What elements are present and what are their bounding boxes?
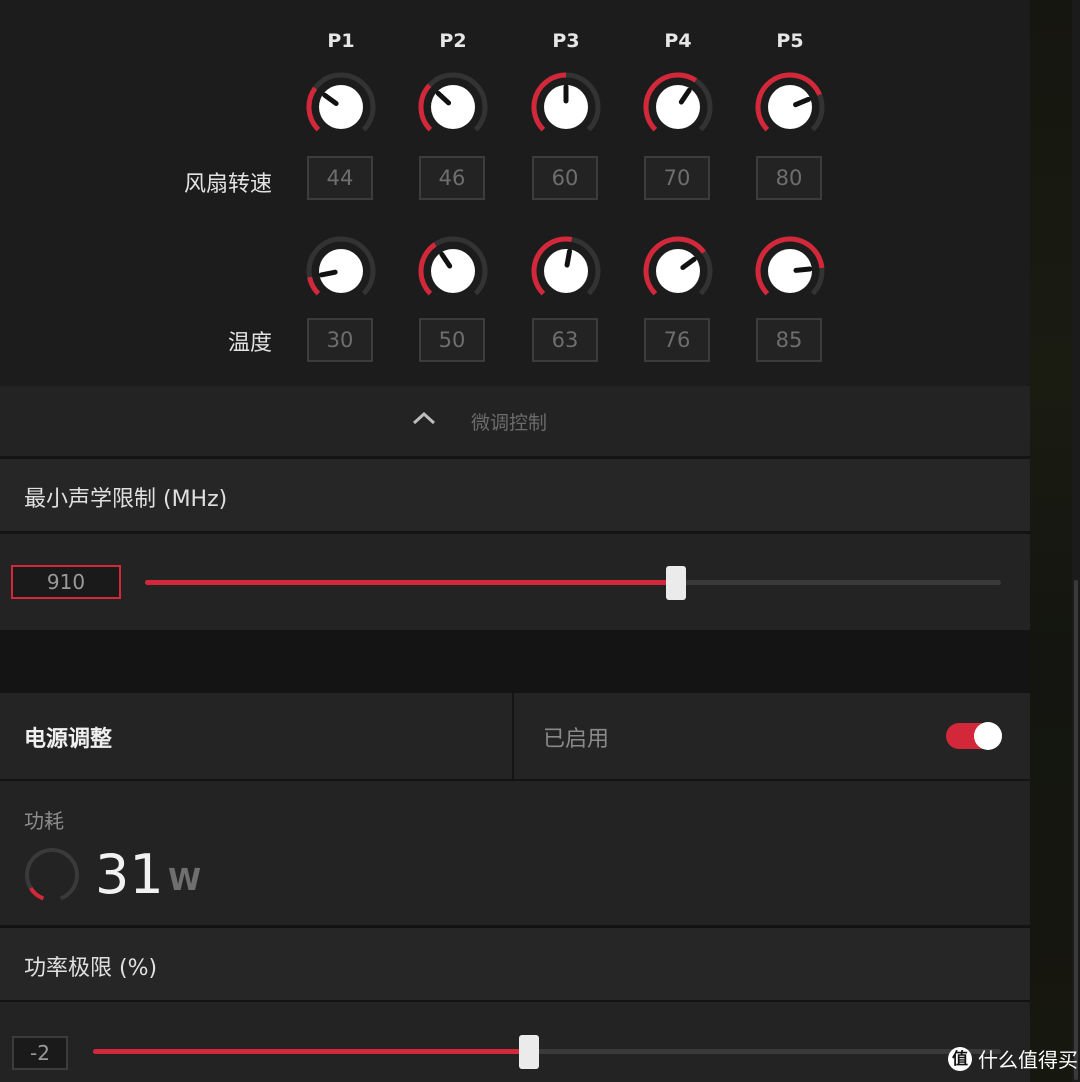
min-acoustic-slider-row: 910: [0, 534, 1030, 630]
point-label-p3: P3: [552, 30, 580, 52]
power-tuning-title: 电源调整: [24, 727, 113, 752]
watermark-logo-icon: 值: [948, 1046, 972, 1071]
knob-value-arc: [306, 86, 321, 132]
power-limit-title: 功率极限 (%): [24, 956, 158, 981]
point-label-p1: P1: [327, 30, 355, 52]
fan-speed-input-p4[interactable]: 70: [644, 156, 710, 200]
toggle-knob: [974, 722, 1002, 750]
temperature-input-p3[interactable]: 63: [532, 318, 598, 362]
temperature-input-p5[interactable]: 85: [756, 318, 822, 362]
fan-speed-knob-p1[interactable]: [304, 70, 378, 144]
knob-face: [319, 85, 363, 129]
fan-speed-label: 风扇转速: [183, 172, 272, 197]
power-limit-header: 功率极限 (%): [0, 927, 1030, 1001]
temperature-knob-p3[interactable]: [529, 234, 603, 308]
point-label-p2: P2: [439, 30, 467, 52]
fan-speed-knob-p3[interactable]: [529, 70, 603, 144]
fan-curve-panel: P1 P2 P3 P4 P5 风扇转速 温度 44 46 60 70 80 30…: [0, 0, 1030, 386]
temperature-knob-p4[interactable]: [641, 234, 715, 308]
gauge-value-arc: [29, 886, 45, 901]
enabled-status-label: 已启用: [543, 727, 610, 752]
min-acoustic-slider-thumb[interactable]: [665, 566, 686, 600]
power-limit-slider-row: -2: [0, 1002, 1030, 1082]
fan-speed-input-p1[interactable]: 44: [307, 156, 373, 200]
min-acoustic-title: 最小声学限制 (MHz): [24, 487, 228, 512]
knob-face: [656, 249, 700, 293]
scrollbar-thumb[interactable]: [1074, 580, 1078, 1080]
power-limit-track-fill: [93, 1049, 529, 1054]
temperature-knob-p5[interactable]: [753, 234, 827, 308]
knob-face: [431, 249, 475, 293]
point-label-p4: P4: [664, 30, 692, 52]
fine-tune-label[interactable]: 微调控制: [471, 408, 547, 435]
temperature-input-p2[interactable]: 50: [419, 318, 485, 362]
power-consumption-unit: W: [168, 863, 202, 898]
min-acoustic-header: 最小声学限制 (MHz): [0, 458, 1030, 532]
temperature-knob-p1[interactable]: [304, 234, 378, 308]
knob-face: [319, 249, 363, 293]
knob-value-arc: [307, 276, 321, 296]
fan-speed-knob-p4[interactable]: [641, 70, 715, 144]
fan-speed-knob-p2[interactable]: [416, 70, 490, 144]
knob-indicator: [564, 248, 573, 268]
power-gauge-icon: [25, 848, 79, 901]
min-acoustic-track-fill: [145, 580, 676, 585]
knob-value-arc: [418, 83, 433, 132]
temperature-input-p4[interactable]: 76: [644, 318, 710, 362]
temperature-knob-p2[interactable]: [416, 234, 490, 308]
knob-indicator: [318, 269, 338, 278]
power-limit-slider-thumb[interactable]: [518, 1035, 539, 1069]
knob-indicator: [793, 266, 813, 273]
power-consumption-panel: 功耗 31 W: [0, 781, 1030, 925]
site-watermark: 值什么值得买: [948, 1044, 1078, 1074]
radeon-tuning-screen: P1 P2 P3 P4 P5 风扇转速 温度 44 46 60 70 80 30…: [0, 0, 1080, 1082]
power-consumption-value: 31: [95, 843, 164, 906]
power-tuning-toggle[interactable]: [946, 722, 1002, 750]
power-consumption-label: 功耗: [24, 809, 64, 833]
point-label-p5: P5: [776, 30, 804, 52]
power-tuning-header: 电源调整: [0, 693, 512, 779]
fine-tune-toggle-bar[interactable]: 微调控制: [0, 386, 1030, 456]
knob-face: [544, 249, 588, 293]
fan-speed-input-p2[interactable]: 46: [419, 156, 485, 200]
temperature-input-p1[interactable]: 30: [307, 318, 373, 362]
fan-speed-knob-p5[interactable]: [753, 70, 827, 144]
temperature-label: 温度: [227, 331, 272, 356]
watermark-text: 什么值得买: [978, 1048, 1078, 1072]
min-acoustic-input[interactable]: 910: [11, 565, 121, 599]
knob-face: [656, 85, 700, 129]
fan-speed-input-p5[interactable]: 80: [756, 156, 822, 200]
chevron-up-icon[interactable]: [410, 408, 438, 428]
fan-speed-input-p3[interactable]: 60: [532, 156, 598, 200]
knob-face: [768, 85, 812, 129]
power-limit-input[interactable]: -2: [12, 1036, 68, 1070]
power-tuning-status: 已启用: [514, 693, 1030, 779]
